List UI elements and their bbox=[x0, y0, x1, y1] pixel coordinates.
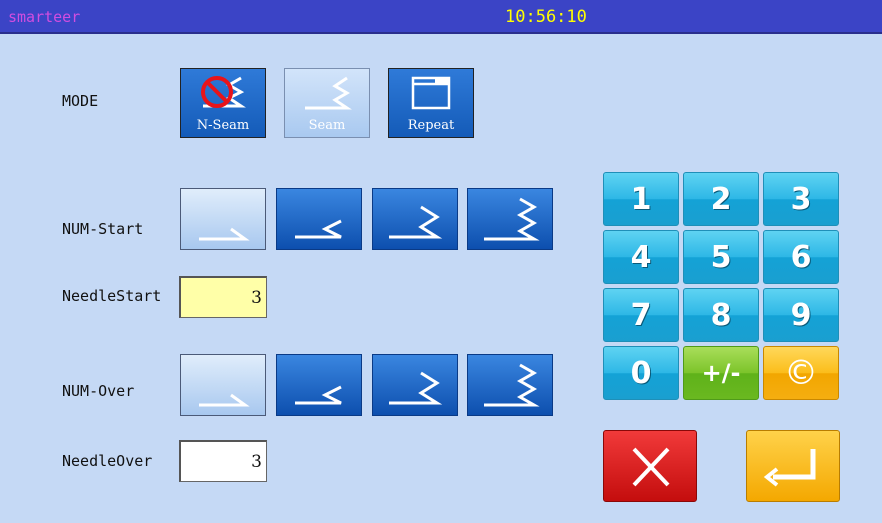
stitch-4-icon bbox=[484, 197, 540, 241]
num-over-option-3[interactable] bbox=[372, 354, 458, 416]
close-icon bbox=[632, 447, 670, 487]
num-over-label: NUM-Over bbox=[62, 382, 135, 400]
n-seam-button[interactable]: N-Seam bbox=[180, 68, 266, 138]
needle-over-label: NeedleOver bbox=[62, 452, 153, 470]
key-8[interactable]: 8 bbox=[683, 288, 759, 342]
repeat-icon bbox=[411, 76, 451, 110]
stitch-4-icon bbox=[484, 363, 540, 407]
num-start-label: NUM-Start bbox=[62, 220, 144, 238]
mode-label: MODE bbox=[62, 92, 99, 110]
stitch-2-icon bbox=[295, 219, 342, 239]
key-6[interactable]: 6 bbox=[763, 230, 839, 284]
stitch-3-icon bbox=[389, 371, 443, 405]
num-start-option-1[interactable] bbox=[180, 188, 266, 250]
clock: 10:56:10 bbox=[505, 7, 587, 27]
repeat-button[interactable]: Repeat bbox=[388, 68, 474, 138]
key-7[interactable]: 7 bbox=[603, 288, 679, 342]
num-over-option-2[interactable] bbox=[276, 354, 362, 416]
no-seam-icon bbox=[201, 76, 246, 108]
key-4[interactable]: 4 bbox=[603, 230, 679, 284]
seam-button[interactable]: Seam bbox=[284, 68, 370, 138]
cancel-button[interactable] bbox=[603, 430, 697, 502]
needle-start-input[interactable]: 3 bbox=[179, 276, 267, 318]
enter-button[interactable] bbox=[746, 430, 840, 502]
enter-icon bbox=[763, 449, 816, 487]
num-start-option-3[interactable] bbox=[372, 188, 458, 250]
title-bar: smarteer 10:56:10 bbox=[0, 0, 882, 34]
num-over-option-4[interactable] bbox=[467, 354, 553, 416]
num-over-option-1[interactable] bbox=[180, 354, 266, 416]
num-start-option-2[interactable] bbox=[276, 188, 362, 250]
stitch-3-icon bbox=[389, 205, 443, 239]
needle-over-input[interactable]: 3 bbox=[179, 440, 267, 482]
seam-label: Seam bbox=[308, 118, 346, 133]
stitch-1-icon bbox=[199, 393, 250, 407]
app-name: smarteer bbox=[8, 8, 81, 26]
needle-start-label: NeedleStart bbox=[62, 287, 162, 305]
n-seam-label: N-Seam bbox=[196, 118, 250, 133]
key-5[interactable]: 5 bbox=[683, 230, 759, 284]
key-2[interactable]: 2 bbox=[683, 172, 759, 226]
stitch-1-icon bbox=[199, 227, 250, 241]
key-clear[interactable]: © bbox=[763, 346, 839, 400]
key-1[interactable]: 1 bbox=[603, 172, 679, 226]
key-plus-minus[interactable]: +/- bbox=[683, 346, 759, 400]
seam-icon bbox=[305, 76, 352, 110]
repeat-label: Repeat bbox=[407, 118, 455, 133]
num-start-option-4[interactable] bbox=[467, 188, 553, 250]
key-3[interactable]: 3 bbox=[763, 172, 839, 226]
key-0[interactable]: 0 bbox=[603, 346, 679, 400]
key-9[interactable]: 9 bbox=[763, 288, 839, 342]
stitch-2-icon bbox=[295, 385, 342, 405]
